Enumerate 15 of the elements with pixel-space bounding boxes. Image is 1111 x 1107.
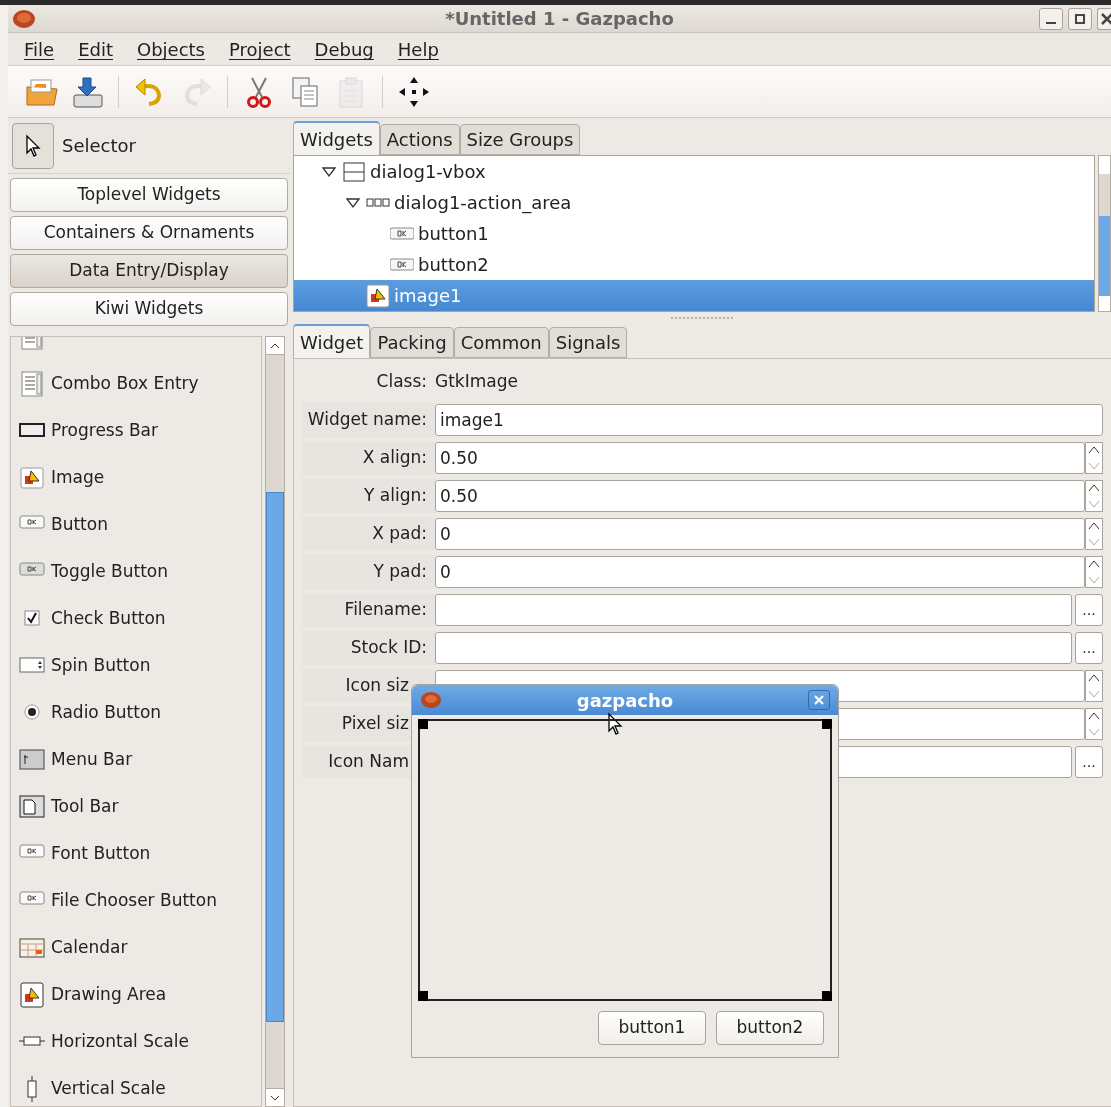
property-label: Y align: xyxy=(364,484,427,508)
window-title: *Untitled 1 - Gazpacho xyxy=(445,7,674,31)
preview-title: gazpacho xyxy=(576,688,674,713)
property-label: Icon Nam xyxy=(328,750,409,774)
property-label: Class: xyxy=(376,370,427,394)
property-label: Pixel siz xyxy=(341,712,409,736)
property-label: X align: xyxy=(362,446,427,470)
property-label: Y pad: xyxy=(373,560,427,584)
property-label: X pad: xyxy=(372,522,427,546)
property-value: GtkImage xyxy=(435,370,518,394)
selector-label: Selector xyxy=(62,134,136,158)
property-label: Icon siz xyxy=(345,674,409,698)
property-label: Widget name: xyxy=(307,408,427,432)
property-label: Filename: xyxy=(344,598,427,622)
property-label: Stock ID: xyxy=(350,636,427,660)
